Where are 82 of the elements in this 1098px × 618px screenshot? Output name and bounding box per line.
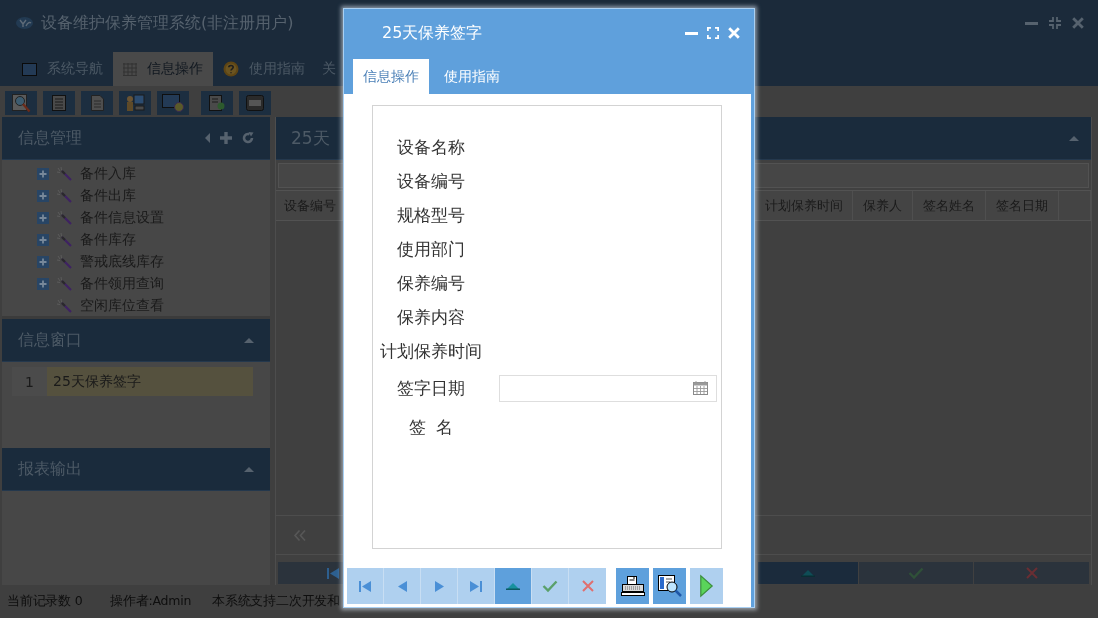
- help-icon: [223, 61, 239, 77]
- next-button[interactable]: [421, 568, 458, 604]
- triangle-right-icon: [434, 580, 444, 592]
- document-badge-icon: [209, 94, 225, 111]
- caret-left-icon: [205, 133, 210, 143]
- field-label: 签 名: [407, 415, 455, 439]
- restore-icon: [1049, 17, 1061, 29]
- wand-icon: [57, 189, 72, 203]
- last-button[interactable]: [458, 568, 495, 604]
- toolbar-button[interactable]: [5, 90, 37, 115]
- wand-icon: [57, 277, 72, 291]
- toolbar-button[interactable]: [201, 90, 233, 115]
- calendar-icon: [693, 381, 708, 395]
- search-icon: [12, 93, 30, 112]
- cancel-button[interactable]: [569, 568, 606, 604]
- monitor-icon: [22, 62, 37, 76]
- cross-icon: [1025, 567, 1038, 579]
- up-button[interactable]: [495, 568, 532, 604]
- maximize-icon: [707, 27, 719, 39]
- play-icon: [700, 575, 713, 597]
- minimize-icon: [685, 31, 698, 35]
- wand-icon: [57, 167, 72, 181]
- toolbar-button[interactable]: [43, 90, 75, 115]
- tab[interactable]: 信息操作: [353, 59, 429, 94]
- caret-up-icon: [244, 337, 254, 343]
- first-button[interactable]: [278, 562, 343, 584]
- tray-icon: [246, 94, 264, 111]
- expand-icon: [37, 168, 49, 180]
- wand-icon: [57, 255, 72, 269]
- expand-icon: [37, 256, 49, 268]
- cross-icon: [581, 580, 594, 592]
- skip-start-icon: [359, 580, 371, 592]
- caret-up-icon: [1069, 135, 1079, 141]
- document-magnifier-icon: [657, 575, 682, 597]
- date-field[interactable]: [499, 374, 717, 402]
- printer-icon: [620, 576, 645, 596]
- field-label: 保养内容: [396, 305, 466, 329]
- field-label: 保养编号: [396, 271, 466, 295]
- previous-button[interactable]: [384, 568, 421, 604]
- triangle-left-icon: [397, 580, 407, 592]
- toolbar-button[interactable]: [239, 90, 271, 115]
- logo-icon: [16, 17, 33, 29]
- minimize-icon: [1025, 21, 1038, 25]
- check-icon: [542, 580, 558, 592]
- triangle-up-icon: [801, 569, 815, 577]
- triangle-up-icon: [506, 582, 520, 590]
- field-label: 签字日期: [396, 376, 466, 400]
- close-icon: [1072, 17, 1084, 29]
- field-label: 使用部门: [396, 237, 466, 261]
- preview-button[interactable]: [653, 568, 686, 604]
- monitor-disc-icon: [162, 93, 184, 112]
- field-label: 设备名称: [396, 135, 466, 159]
- toolbar-button[interactable]: [157, 90, 189, 115]
- expand-icon: [37, 212, 49, 224]
- toolbar-button[interactable]: [81, 90, 113, 115]
- skip-end-icon: [470, 580, 482, 592]
- list-icon: [52, 94, 66, 111]
- wand-icon: [57, 299, 72, 313]
- document-icon: [90, 94, 104, 111]
- wand-icon: [57, 233, 72, 247]
- first-button[interactable]: [347, 568, 384, 604]
- expand-icon: [37, 278, 49, 290]
- plus-icon: [220, 132, 232, 144]
- print-button[interactable]: [616, 568, 649, 604]
- expand-icon: [37, 234, 49, 246]
- wand-icon: [57, 211, 72, 225]
- confirm-button[interactable]: [532, 568, 569, 604]
- dialog-title: 25天保养签字: [382, 22, 483, 44]
- user-computer-icon: [125, 93, 145, 112]
- double-chevron-left-icon: [294, 529, 306, 541]
- expand-icon: [37, 190, 49, 202]
- app-title: 设备维护保养管理系统(非注册用户): [41, 12, 294, 34]
- skip-start-icon: [327, 567, 339, 579]
- field-label: 计划保养时间: [379, 339, 483, 363]
- field-label: 设备编号: [396, 169, 466, 193]
- refresh-icon: [242, 132, 254, 144]
- check-icon: [908, 567, 924, 579]
- toolbar-button[interactable]: [119, 90, 151, 115]
- field-label: 规格型号: [396, 203, 466, 227]
- caret-up-icon: [244, 466, 254, 472]
- tab[interactable]: 使用指南: [434, 59, 510, 94]
- close-icon: [728, 27, 740, 39]
